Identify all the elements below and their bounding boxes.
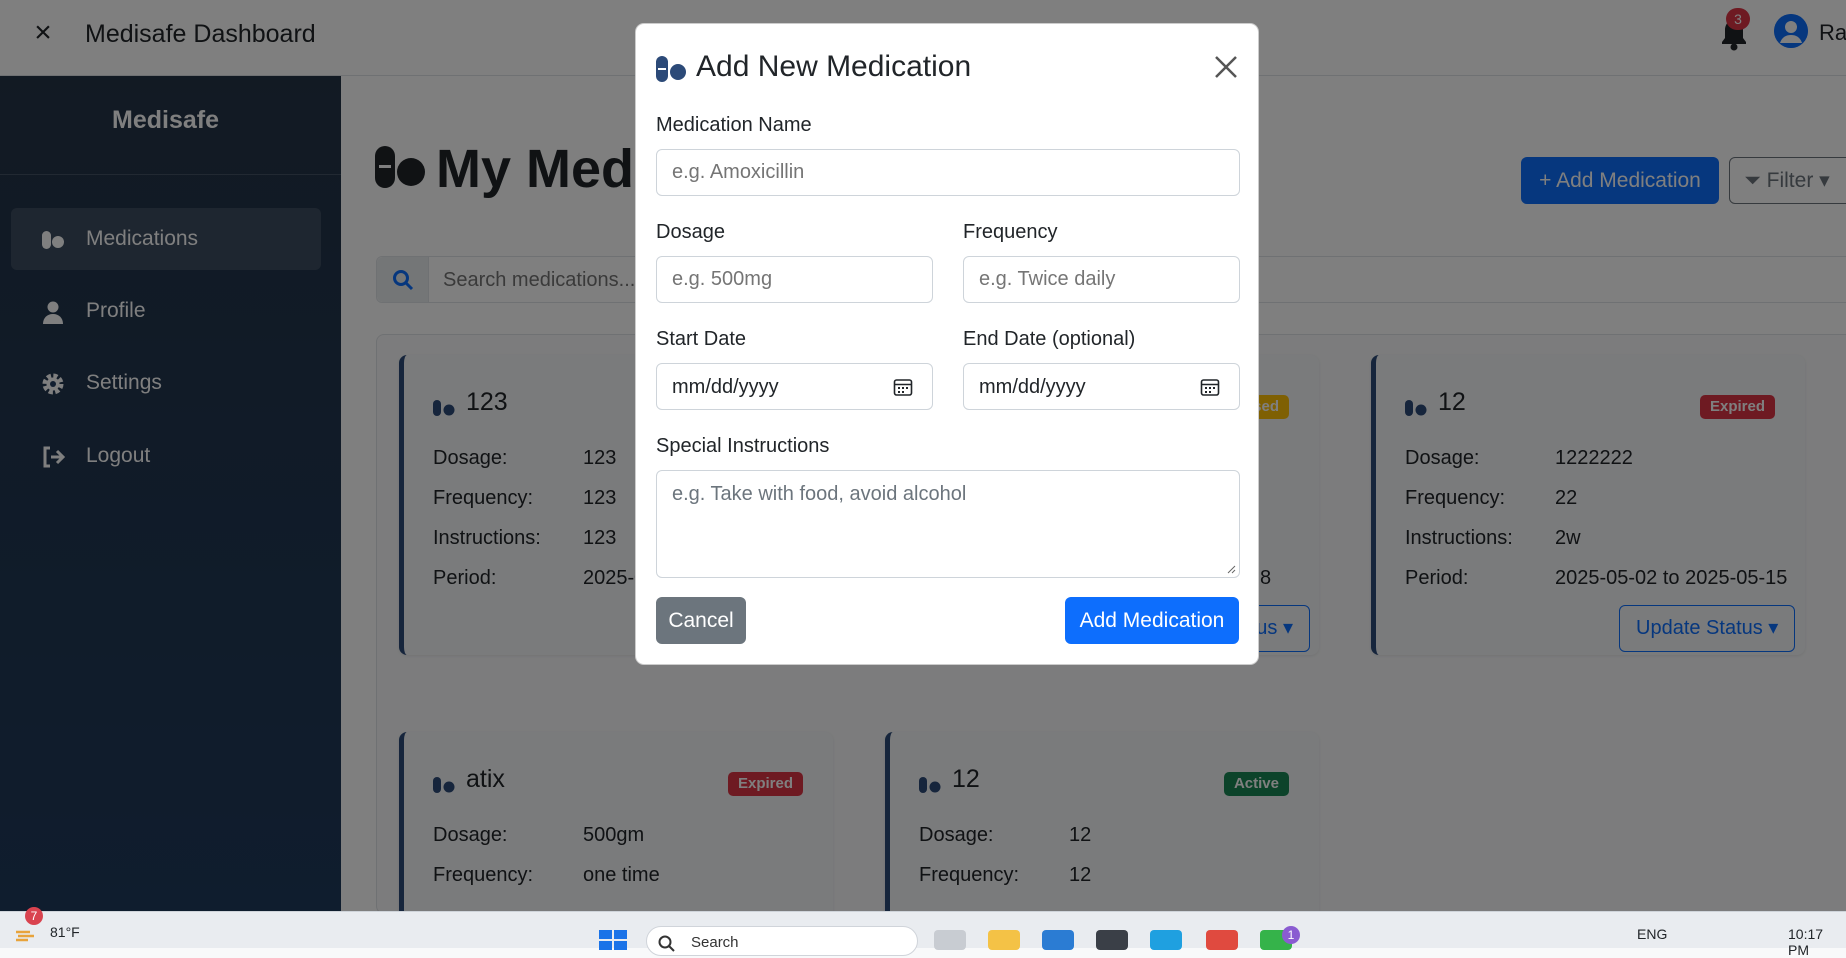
language-indicator[interactable]: ENG (1637, 926, 1667, 942)
submit-add-medication-button[interactable]: Add Medication (1065, 597, 1239, 644)
resize-handle-icon[interactable] (1226, 564, 1236, 574)
taskbar-search-label: Search (691, 934, 739, 951)
medication-name-label: Medication Name (656, 114, 812, 136)
terminal-icon[interactable] (1096, 930, 1128, 950)
start-date-label: Start Date (656, 328, 747, 350)
end-date-input[interactable]: mm/dd/yyyy (963, 363, 1240, 410)
temperature: 81°F (50, 924, 80, 940)
search-icon (658, 935, 675, 952)
pills-icon (656, 56, 686, 82)
medication-name-input[interactable] (656, 149, 1240, 196)
windows-start-icon[interactable] (598, 930, 628, 950)
cancel-button[interactable]: Cancel (656, 597, 746, 644)
vscode-icon[interactable] (1042, 930, 1074, 950)
clock[interactable]: 10:17 PM (1788, 926, 1846, 958)
edge-icon[interactable] (1150, 930, 1182, 950)
add-medication-modal: Add New Medication Medication Name Dosag… (635, 23, 1259, 665)
special-instructions-label: Special Instructions (656, 435, 830, 457)
frequency-input[interactable] (963, 256, 1240, 303)
dosage-input[interactable] (656, 256, 933, 303)
taskbar-search[interactable]: Search (646, 926, 918, 956)
special-instructions-textarea[interactable]: e.g. Take with food, avoid alcohol (656, 470, 1240, 578)
calendar-icon[interactable] (893, 377, 913, 397)
app-badge: 1 (1282, 926, 1300, 944)
taskbar: 7 81°F Search 1 ENG 10:17 PM (0, 907, 1846, 958)
file-explorer-icon[interactable] (988, 930, 1020, 950)
weather-badge: 7 (25, 907, 43, 925)
calendar-icon[interactable] (1200, 377, 1220, 397)
frequency-label: Frequency (963, 221, 1058, 243)
close-icon[interactable] (1213, 54, 1239, 80)
task-view-icon[interactable] (934, 930, 966, 950)
modal-title: Add New Medication (696, 50, 972, 83)
start-date-input[interactable]: mm/dd/yyyy (656, 363, 933, 410)
dosage-label: Dosage (656, 221, 725, 243)
chrome-icon[interactable] (1206, 930, 1238, 950)
end-date-label: End Date (optional) (963, 328, 1136, 350)
